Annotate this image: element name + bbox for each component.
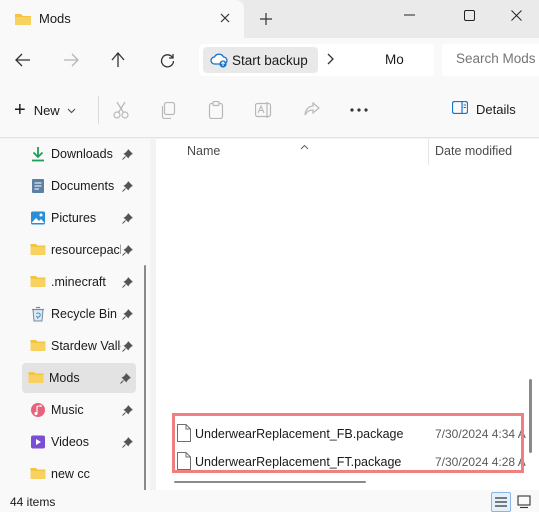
- more-options-icon[interactable]: [348, 100, 370, 120]
- pin-icon[interactable]: [120, 372, 132, 387]
- command-bar: + New Details: [0, 82, 539, 138]
- chevron-right-icon[interactable]: [326, 53, 334, 68]
- sidebar-item-label: Pictures: [51, 211, 97, 225]
- paste-icon[interactable]: [205, 100, 227, 120]
- sort-ascending-icon: [300, 139, 309, 153]
- sidebar-item-recycle-bin[interactable]: Recycle Bin: [24, 299, 136, 329]
- back-icon[interactable]: [10, 48, 36, 72]
- file-list: Name Date modified UnderwearReplacement_…: [156, 139, 539, 490]
- picture-icon: [30, 210, 46, 226]
- pin-icon[interactable]: [122, 308, 134, 323]
- sidebar-item-stardew-valley[interactable]: Stardew Valle: [24, 331, 136, 361]
- highlight-box: [172, 413, 524, 473]
- sidebar-item-label: .minecraft: [51, 275, 106, 289]
- sidebar-scrollbar[interactable]: [144, 265, 146, 512]
- folder-icon: [28, 370, 44, 386]
- copy-icon[interactable]: [157, 100, 179, 120]
- folder-icon: [30, 274, 46, 290]
- search-box: [442, 44, 539, 76]
- breadcrumb-current[interactable]: Mo: [385, 52, 404, 67]
- tab-mods[interactable]: Mods: [0, 0, 244, 38]
- rename-icon[interactable]: [253, 100, 275, 120]
- pin-icon[interactable]: [122, 212, 134, 227]
- pin-icon[interactable]: [122, 180, 134, 195]
- pin-icon[interactable]: [122, 436, 134, 451]
- search-input[interactable]: [456, 51, 539, 66]
- pin-icon[interactable]: [122, 404, 134, 419]
- start-backup-label: Start backup: [232, 53, 308, 68]
- folder-icon: [30, 338, 46, 354]
- maximize-icon[interactable]: [446, 0, 492, 30]
- pin-icon[interactable]: [122, 340, 134, 355]
- sidebar-item-pictures[interactable]: Pictures: [24, 203, 136, 233]
- music-icon: [30, 402, 46, 418]
- address-bar[interactable]: Start backup Mo: [199, 44, 434, 76]
- sidebar-item-resourcepack[interactable]: resourcepack: [24, 235, 136, 265]
- details-view-icon[interactable]: [491, 492, 511, 512]
- forward-icon[interactable]: [58, 48, 84, 72]
- new-button[interactable]: + New: [14, 99, 76, 121]
- sidebar-item-label: Stardew Valle: [51, 339, 121, 353]
- download-icon: [30, 146, 46, 162]
- column-divider[interactable]: [428, 139, 429, 165]
- tab-title: Mods: [39, 11, 71, 26]
- toolbar-divider: [98, 96, 99, 124]
- sidebar-item-label: Documents: [51, 179, 115, 193]
- sidebar-item-new-cc[interactable]: new cc: [24, 459, 136, 489]
- sidebar-item-videos[interactable]: Videos: [24, 427, 136, 457]
- pin-icon[interactable]: [122, 244, 134, 259]
- start-backup-button[interactable]: Start backup: [203, 47, 318, 73]
- sidebar-item-label: Downloads: [51, 147, 113, 161]
- column-header-name[interactable]: Name: [187, 144, 220, 158]
- new-label: New: [33, 102, 60, 118]
- sidebar-item-label: new cc: [51, 467, 90, 481]
- vertical-scrollbar[interactable]: [529, 379, 532, 453]
- tiles-view-icon[interactable]: [514, 492, 534, 512]
- cloud-backup-icon: [210, 52, 228, 71]
- details-button[interactable]: Details: [451, 100, 516, 117]
- sidebar-item-label: Recycle Bin: [51, 307, 117, 321]
- pin-icon[interactable]: [122, 148, 134, 163]
- close-window-icon[interactable]: [493, 0, 539, 30]
- details-label: Details: [476, 101, 516, 117]
- column-header-date-modified[interactable]: Date modified: [435, 144, 512, 158]
- minimize-icon[interactable]: [386, 0, 432, 30]
- folder-icon: [30, 242, 46, 258]
- details-pane-icon: [451, 100, 469, 117]
- sidebar-item-music[interactable]: Music: [24, 395, 136, 425]
- recycle-bin-icon: [30, 306, 46, 322]
- address-row: Start backup Mo: [0, 38, 539, 82]
- sidebar-item-mods[interactable]: Mods: [22, 363, 136, 393]
- sidebar-item-label: resourcepack: [51, 243, 121, 257]
- document-icon: [30, 178, 46, 194]
- pin-icon[interactable]: [122, 276, 134, 291]
- video-icon: [30, 434, 46, 450]
- new-tab-icon[interactable]: [256, 9, 276, 29]
- horizontal-scrollbar[interactable]: [174, 481, 366, 483]
- cut-icon[interactable]: [110, 100, 132, 120]
- sidebar-item-minecraft[interactable]: .minecraft: [24, 267, 136, 297]
- sidebar-item-downloads[interactable]: Downloads: [24, 139, 136, 169]
- navigation-pane: Downloads Documents Pictures resourcepac…: [0, 139, 150, 512]
- sidebar-item-label: Mods: [49, 371, 80, 385]
- plus-icon: +: [14, 99, 26, 121]
- sidebar-item-label: Videos: [51, 435, 89, 449]
- close-tab-icon[interactable]: [216, 9, 234, 27]
- share-icon[interactable]: [301, 100, 323, 120]
- folder-icon: [14, 12, 32, 29]
- title-bar: Mods: [0, 0, 539, 38]
- sidebar-item-documents[interactable]: Documents: [24, 171, 136, 201]
- item-count: 44 items: [10, 495, 56, 509]
- refresh-icon[interactable]: [154, 48, 180, 72]
- status-bar: 44 items: [0, 490, 539, 512]
- up-icon[interactable]: [105, 48, 131, 72]
- chevron-down-icon: [67, 103, 76, 117]
- sidebar-item-label: Music: [51, 403, 84, 417]
- folder-icon: [30, 466, 46, 482]
